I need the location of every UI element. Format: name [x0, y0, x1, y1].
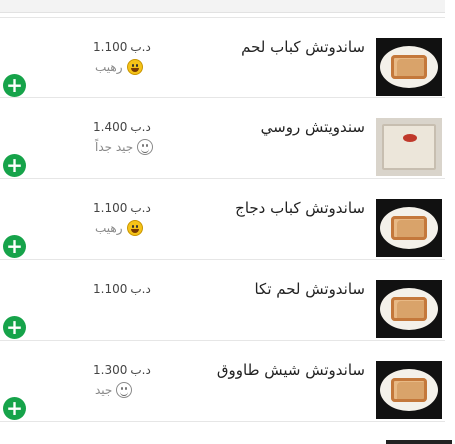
currency-label: د.ب: [130, 40, 151, 54]
item-image[interactable]: [376, 361, 442, 419]
grinning-face-icon: [126, 220, 143, 236]
currency-label: د.ب: [130, 282, 151, 296]
item-name[interactable]: ساندوتش شيش طاووق: [217, 361, 365, 379]
menu-item[interactable]: ساندوتش شيش طاووق 1.300 د.ب جيد +: [0, 341, 445, 422]
item-name[interactable]: ساندوتش كباب دجاج: [235, 199, 365, 217]
menu-item[interactable]: ساندوتش كباب دجاج 1.100 د.ب رهيب +: [0, 179, 445, 260]
add-to-cart-button[interactable]: +: [3, 235, 26, 258]
add-to-cart-button[interactable]: +: [3, 74, 26, 97]
neutral-smile-outline-icon: [116, 382, 133, 398]
item-price: 1.100 د.ب: [93, 40, 151, 54]
item-rating: جيد: [95, 382, 133, 398]
rating-label: جيد جداً: [95, 140, 134, 154]
item-price: 1.400 د.ب: [93, 120, 151, 134]
menu-item[interactable]: ساندوتش لحم تكا 1.100 د.ب +: [0, 260, 445, 341]
currency-label: د.ب: [130, 201, 151, 215]
item-rating: جيد جداً: [95, 139, 154, 155]
menu-item[interactable]: ساندوتش كباب لحم 1.100 د.ب رهيب +: [0, 17, 445, 98]
item-price-value: 1.100: [93, 201, 128, 215]
item-price-value: 1.100: [93, 40, 128, 54]
item-price: 1.300 د.ب: [93, 363, 151, 377]
item-name[interactable]: ساندوتش لحم تكا: [254, 280, 365, 298]
top-bar: [0, 0, 445, 13]
item-rating: رهيب: [95, 59, 143, 75]
rating-label: رهيب: [95, 60, 123, 74]
item-price-value: 1.100: [93, 282, 128, 296]
item-price: 1.100 د.ب: [93, 282, 151, 296]
item-price-value: 1.400: [93, 120, 128, 134]
item-price-value: 1.300: [93, 363, 128, 377]
smile-outline-icon: [137, 139, 154, 155]
menu-list: ساندوتش كباب لحم 1.100 د.ب رهيب + سندويتش…: [0, 17, 445, 422]
add-to-cart-button[interactable]: +: [3, 154, 26, 177]
add-to-cart-button[interactable]: +: [3, 316, 26, 339]
currency-label: د.ب: [130, 120, 151, 134]
item-price: 1.100 د.ب: [93, 201, 151, 215]
item-rating: رهيب: [95, 220, 143, 236]
item-image[interactable]: [376, 280, 442, 338]
item-image[interactable]: [376, 199, 442, 257]
menu-item[interactable]: سندويتش روسي 1.400 د.ب جيد جداً +: [0, 98, 445, 179]
next-item-image-partial: [386, 440, 452, 444]
rating-label: رهيب: [95, 221, 123, 235]
item-name[interactable]: ساندوتش كباب لحم: [241, 38, 365, 56]
currency-label: د.ب: [130, 363, 151, 377]
add-to-cart-button[interactable]: +: [3, 397, 26, 420]
item-image[interactable]: [376, 118, 442, 176]
grinning-face-icon: [126, 59, 143, 75]
rating-label: جيد: [95, 383, 113, 397]
item-name[interactable]: سندويتش روسي: [261, 118, 365, 136]
item-image[interactable]: [376, 38, 442, 96]
